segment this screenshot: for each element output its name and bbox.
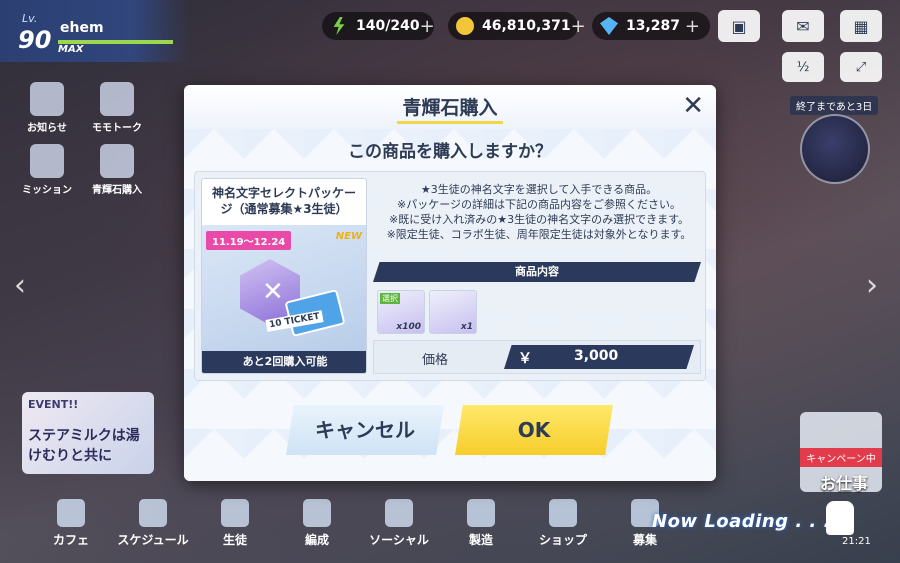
- select-tag: 選択: [380, 293, 400, 304]
- sale-period-badge: 11.19～12.24: [206, 231, 292, 250]
- item-count: x1: [460, 322, 473, 332]
- purchase-dialog: 青輝石購入 ✕ この商品を購入しますか？ 神名文字セレクトパッケージ（通常募集★…: [184, 85, 716, 481]
- price-row: 価格 ￥ 3,000: [373, 340, 701, 374]
- contents-header: 商品内容: [373, 262, 701, 282]
- ok-button[interactable]: OK: [455, 405, 613, 455]
- dialog-header: 青輝石購入 ✕: [184, 85, 716, 129]
- product-image: 11.19～12.24 NEW ✕ 10 TICKET: [202, 225, 366, 351]
- yen-icon: ￥: [518, 351, 532, 367]
- dialog-title: 青輝石購入: [402, 97, 498, 119]
- product-panel: 神名文字セレクトパッケージ（通常募集★3生徒） 11.19～12.24 NEW …: [194, 171, 706, 381]
- item-eleph-select[interactable]: 選択 x100: [377, 290, 425, 334]
- close-icon[interactable]: ✕: [682, 93, 704, 119]
- description-line: ※パッケージの詳細は下記の商品内容をご参照ください。: [397, 198, 681, 211]
- description-line: ※既に受け入れ済みの★3生徒の神名文字のみ選択できます。: [389, 213, 689, 226]
- price-box: ￥ 3,000: [504, 345, 694, 369]
- item-count: x100: [396, 322, 421, 332]
- product-description: ★3生徒の神名文字を選択して入手できる商品。 ※パッケージの詳細は下記の商品内容…: [379, 182, 699, 242]
- modal-overlay: 青輝石購入 ✕ この商品を購入しますか？ 神名文字セレクトパッケージ（通常募集★…: [0, 0, 900, 563]
- title-underline: [397, 121, 503, 124]
- description-line: ※限定生徒、コラボ生徒、周年限定生徒は対象外となります。: [386, 228, 692, 241]
- cancel-button[interactable]: キャンセル: [286, 405, 444, 455]
- dialog-body: この商品を購入しますか？ 神名文字セレクトパッケージ（通常募集★3生徒） 11.…: [184, 129, 716, 481]
- price-label: 価格: [422, 353, 449, 368]
- cross-mark: ✕: [262, 277, 284, 307]
- item-ticket[interactable]: x1: [429, 290, 477, 334]
- confirm-question: この商品を購入しますか？: [348, 142, 552, 162]
- price-value: 3,000: [574, 348, 619, 364]
- remaining-purchases: あと2回購入可能: [202, 351, 366, 373]
- new-badge: NEW: [335, 231, 362, 242]
- description-line: ★3生徒の神名文字を選択して入手できる商品。: [420, 183, 658, 196]
- product-name: 神名文字セレクトパッケージ（通常募集★3生徒）: [211, 186, 356, 216]
- product-card: 神名文字セレクトパッケージ（通常募集★3生徒） 11.19～12.24 NEW …: [201, 178, 367, 374]
